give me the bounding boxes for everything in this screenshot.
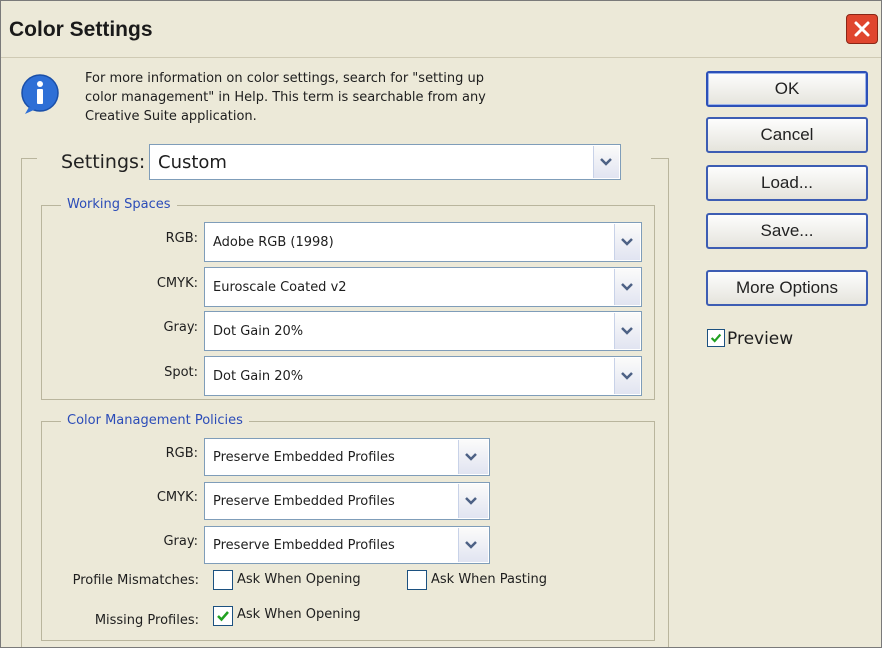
pol-gray-dropdown-arrow[interactable] — [458, 528, 488, 562]
chevron-down-icon — [621, 283, 633, 291]
pol-gray-dropdown[interactable]: Preserve Embedded Profiles — [204, 526, 490, 564]
ws-spot-dropdown[interactable]: Dot Gain 20% — [204, 356, 642, 396]
ok-button[interactable]: OK — [706, 71, 868, 107]
pol-cmyk-label: CMYK: — [156, 490, 198, 505]
mismatch-opening-label[interactable]: Ask When Opening — [237, 572, 361, 587]
chevron-down-icon — [465, 453, 477, 461]
settings-dropdown-arrow[interactable] — [593, 146, 619, 178]
mismatch-opening-checkbox[interactable] — [213, 570, 233, 590]
window-title: Color Settings — [9, 18, 153, 41]
profile-mismatches-label: Profile Mismatches: — [72, 573, 199, 588]
missing-profiles-label: Missing Profiles: — [94, 613, 199, 628]
ws-rgb-dropdown-arrow[interactable] — [614, 224, 640, 260]
pol-cmyk-dropdown-arrow[interactable] — [458, 484, 488, 518]
color-settings-dialog: Color Settings For more information on c… — [0, 0, 882, 648]
preview-checkbox[interactable] — [707, 329, 725, 347]
title-bar[interactable]: Color Settings — [1, 1, 881, 58]
pol-rgb-dropdown-arrow[interactable] — [458, 440, 488, 474]
settings-dropdown[interactable]: Custom — [149, 144, 621, 180]
info-message: For more information on color settings, … — [85, 69, 565, 126]
pol-cmyk-value: Preserve Embedded Profiles — [213, 493, 395, 509]
chevron-down-icon — [621, 372, 633, 380]
checkmark-icon — [710, 333, 722, 343]
chevron-down-icon — [465, 497, 477, 505]
ws-gray-label: Gray: — [163, 320, 198, 335]
cancel-button[interactable]: Cancel — [706, 117, 868, 153]
pol-gray-value: Preserve Embedded Profiles — [213, 537, 395, 553]
info-line: color management" in Help. This term is … — [85, 90, 486, 105]
pol-rgb-value: Preserve Embedded Profiles — [213, 449, 395, 465]
ws-spot-label: Spot: — [164, 365, 198, 380]
settings-label: Settings: — [61, 151, 146, 173]
info-icon — [21, 74, 59, 114]
preview-label[interactable]: Preview — [727, 329, 793, 349]
info-line: For more information on color settings, … — [85, 71, 484, 86]
pol-cmyk-dropdown[interactable]: Preserve Embedded Profiles — [204, 482, 490, 520]
mismatch-pasting-label[interactable]: Ask When Pasting — [431, 572, 547, 587]
ws-cmyk-dropdown[interactable]: Euroscale Coated v2 — [204, 267, 642, 307]
info-line: Creative Suite application. — [85, 109, 257, 124]
ws-gray-value: Dot Gain 20% — [213, 323, 304, 339]
checkmark-icon — [217, 611, 229, 622]
ws-gray-dropdown[interactable]: Dot Gain 20% — [204, 311, 642, 351]
close-icon — [854, 21, 870, 37]
chevron-down-icon — [465, 541, 477, 549]
pol-rgb-label: RGB: — [165, 446, 198, 461]
chevron-down-icon — [621, 327, 633, 335]
ws-cmyk-label: CMYK: — [156, 276, 198, 291]
ws-spot-dropdown-arrow[interactable] — [614, 358, 640, 394]
settings-value: Custom — [158, 151, 227, 173]
mismatch-pasting-checkbox[interactable] — [407, 570, 427, 590]
policies-legend: Color Management Policies — [61, 413, 249, 428]
ws-cmyk-dropdown-arrow[interactable] — [614, 269, 640, 305]
close-button[interactable] — [846, 14, 878, 44]
missing-opening-checkbox[interactable] — [213, 606, 233, 626]
chevron-down-icon — [621, 238, 633, 246]
chevron-down-icon — [600, 158, 612, 166]
load-button[interactable]: Load... — [706, 165, 868, 201]
ws-spot-value: Dot Gain 20% — [213, 368, 304, 384]
ws-rgb-value: Adobe RGB (1998) — [213, 234, 334, 250]
ws-rgb-dropdown[interactable]: Adobe RGB (1998) — [204, 222, 642, 262]
save-button[interactable]: Save... — [706, 213, 868, 249]
pol-gray-label: Gray: — [163, 534, 198, 549]
more-options-button[interactable]: More Options — [706, 270, 868, 306]
ws-cmyk-value: Euroscale Coated v2 — [213, 279, 347, 295]
pol-rgb-dropdown[interactable]: Preserve Embedded Profiles — [204, 438, 490, 476]
working-spaces-legend: Working Spaces — [61, 197, 177, 212]
ws-rgb-label: RGB: — [165, 231, 198, 246]
ws-gray-dropdown-arrow[interactable] — [614, 313, 640, 349]
missing-opening-label[interactable]: Ask When Opening — [237, 607, 361, 622]
